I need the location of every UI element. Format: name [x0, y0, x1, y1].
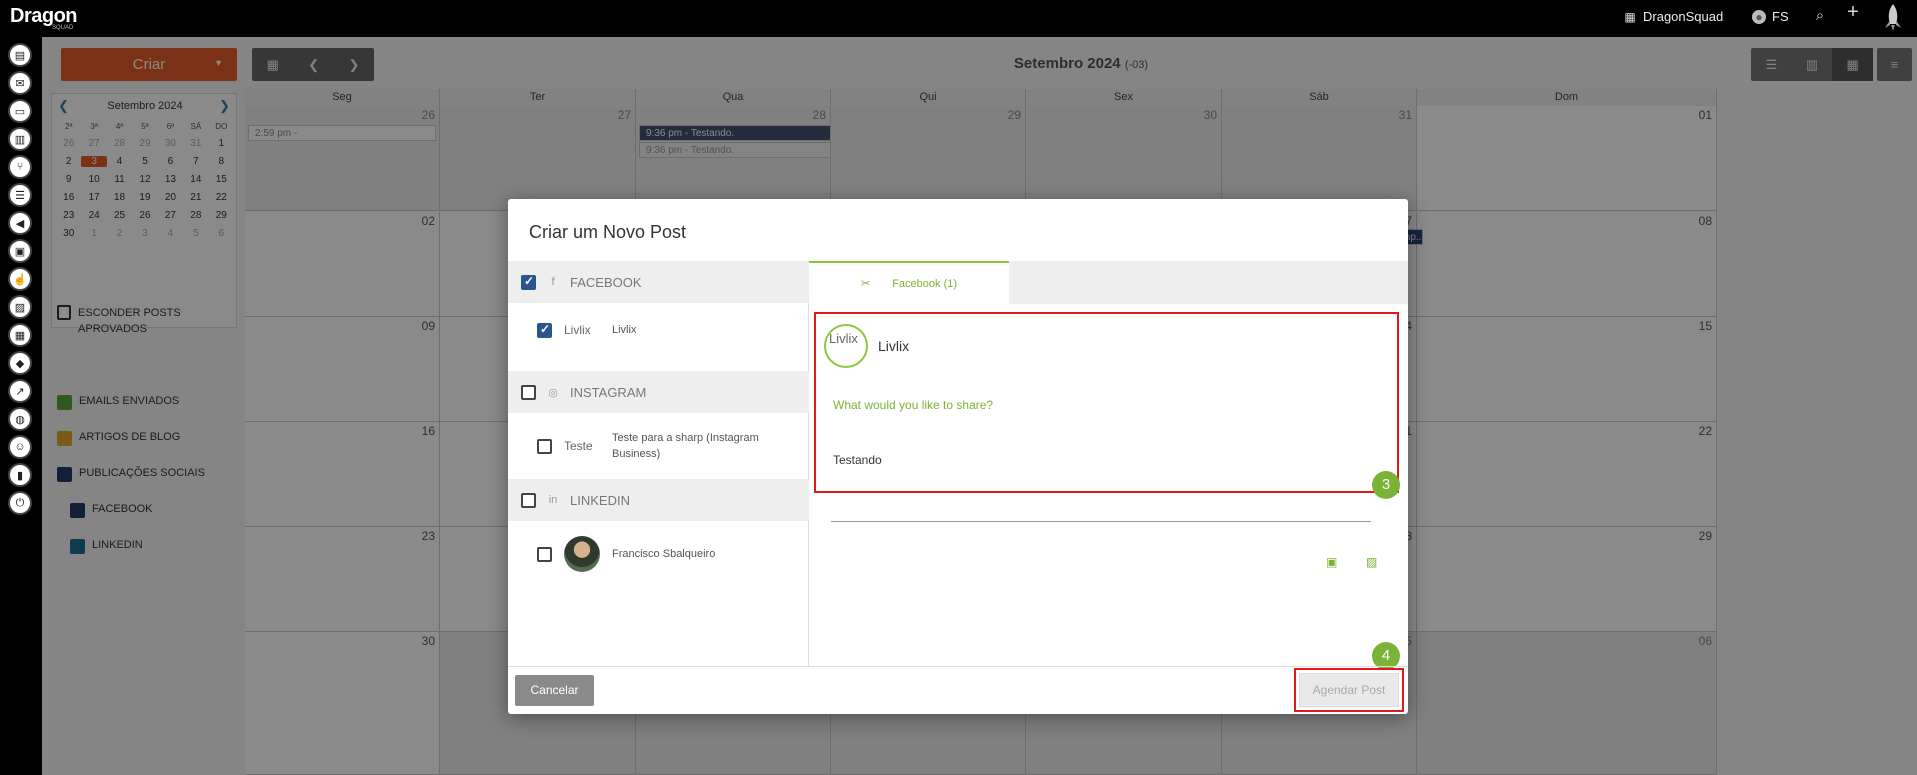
- search-icon: ⌕: [1815, 7, 1825, 24]
- avatar: Teste: [564, 428, 600, 464]
- compose-account-name: Livlix: [878, 338, 910, 354]
- account-livlix[interactable]: Livlix Livlix: [508, 303, 809, 357]
- flow-icon[interactable]: ⑂: [8, 155, 32, 179]
- video-icon[interactable]: ▣: [1326, 555, 1337, 569]
- account-selector: f FACEBOOK Livlix Livlix ◎ INSTAGRAM Tes…: [508, 261, 809, 666]
- network-tabs: ✂ Facebook (1): [809, 261, 1408, 304]
- bar-chart-icon[interactable]: ▮: [8, 463, 32, 487]
- avatar: [564, 536, 600, 572]
- graduation-icon[interactable]: ◆: [8, 351, 32, 375]
- plug-icon[interactable]: ⏻: [8, 491, 32, 515]
- dashboard-icon[interactable]: ▤: [8, 43, 32, 67]
- avatar: Livlix: [564, 312, 600, 348]
- app-logo-sub: SQUAD: [52, 25, 74, 31]
- search-button[interactable]: ⌕: [1813, 7, 1827, 24]
- plus-icon: +: [1847, 1, 1859, 23]
- user-menu[interactable]: ● FS: [1752, 9, 1789, 24]
- gallery-icon[interactable]: ▨: [8, 295, 32, 319]
- workspace-name: DragonSquad: [1643, 9, 1724, 24]
- image-icon[interactable]: ▨: [1366, 555, 1377, 569]
- schedule-highlight: Agendar Post: [1294, 668, 1404, 712]
- thumbs-up-icon[interactable]: ☝: [8, 267, 32, 291]
- user-initials: FS: [1772, 9, 1789, 24]
- network-linkedin[interactable]: in LINKEDIN: [508, 479, 809, 521]
- clipboard-icon[interactable]: ▭: [8, 99, 32, 123]
- cancel-button[interactable]: Cancelar: [515, 675, 594, 706]
- building-icon: ▦: [1624, 9, 1636, 24]
- workspace-switcher[interactable]: ▦ DragonSquad: [1623, 9, 1723, 24]
- account-linkedin-checkbox[interactable]: [537, 546, 552, 562]
- compose-box[interactable]: Livlix Livlix What would you like to sha…: [814, 312, 1399, 493]
- avatar: Livlix: [824, 324, 868, 368]
- network-instagram[interactable]: ◎ INSTAGRAM: [508, 371, 809, 413]
- instagram-icon: ◎: [548, 386, 558, 399]
- network-instagram-label: INSTAGRAM: [570, 384, 647, 400]
- post-editor: ✂ Facebook (1) Livlix Livlix What would …: [809, 261, 1408, 670]
- facebook-icon: f: [551, 276, 555, 288]
- compose-text[interactable]: Testando: [833, 453, 882, 467]
- icon-rail: ▤ ✉ ▭ ▥ ⑂ ☰ ◀ ▣ ☝ ▨ ▦ ◆ ↗ ◍ ☺ ▮ ⏻ •••: [0, 37, 46, 775]
- compose-divider: [831, 521, 1371, 522]
- globe-icon[interactable]: ◍: [8, 407, 32, 431]
- linkedin-icon: in: [548, 494, 558, 506]
- account-instagram-business[interactable]: Teste Teste para a sharp (Instagram Busi…: [508, 413, 809, 479]
- network-linkedin-label: LINKEDIN: [570, 492, 630, 508]
- tab-facebook-label: Facebook (1): [892, 277, 958, 290]
- list-icon[interactable]: ☰: [8, 183, 32, 207]
- linkedin-network-checkbox[interactable]: [521, 492, 536, 508]
- user-avatar-icon: ●: [1752, 9, 1766, 24]
- rocket-icon[interactable]: [1883, 4, 1903, 32]
- modal-title: Criar um Novo Post: [529, 222, 687, 242]
- users-icon[interactable]: ☺: [8, 435, 32, 459]
- network-facebook-label: FACEBOOK: [570, 274, 642, 290]
- network-facebook[interactable]: f FACEBOOK: [508, 261, 809, 303]
- map-icon[interactable]: ▥: [8, 127, 32, 151]
- facebook-network-checkbox[interactable]: [521, 274, 536, 290]
- schedule-post-button[interactable]: Agendar Post: [1299, 673, 1399, 707]
- step-badge-3: 3: [1372, 471, 1400, 499]
- tab-facebook[interactable]: ✂ Facebook (1): [809, 261, 1009, 304]
- account-linkedin-person[interactable]: Francisco Sbalqueiro: [508, 521, 809, 587]
- inbox-icon[interactable]: ✉: [8, 71, 32, 95]
- chart-line-icon[interactable]: ↗: [8, 379, 32, 403]
- unlink-icon: ✂: [860, 278, 871, 290]
- account-linkedin-label: Francisco Sbalqueiro: [612, 548, 716, 560]
- modal-footer: Cancelar Agendar Post: [508, 666, 1408, 714]
- account-livlix-label: Livlix: [612, 324, 637, 336]
- calendar-icon[interactable]: ▦: [8, 323, 32, 347]
- compose-prompt: What would you like to share?: [833, 398, 994, 412]
- form-icon[interactable]: ▣: [8, 239, 32, 263]
- account-instagram-checkbox[interactable]: [537, 438, 552, 454]
- add-button[interactable]: +: [1846, 1, 1860, 23]
- account-instagram-label: Teste para a sharp (Instagram Business): [612, 432, 759, 460]
- new-post-modal: Criar um Novo Post f FACEBOOK Livlix Liv…: [508, 199, 1408, 714]
- top-bar: Dragon SQUAD ▦ DragonSquad ● FS ⌕ +: [0, 0, 1917, 37]
- instagram-network-checkbox[interactable]: [521, 384, 536, 400]
- account-livlix-checkbox[interactable]: [537, 322, 552, 338]
- megaphone-icon[interactable]: ◀: [8, 211, 32, 235]
